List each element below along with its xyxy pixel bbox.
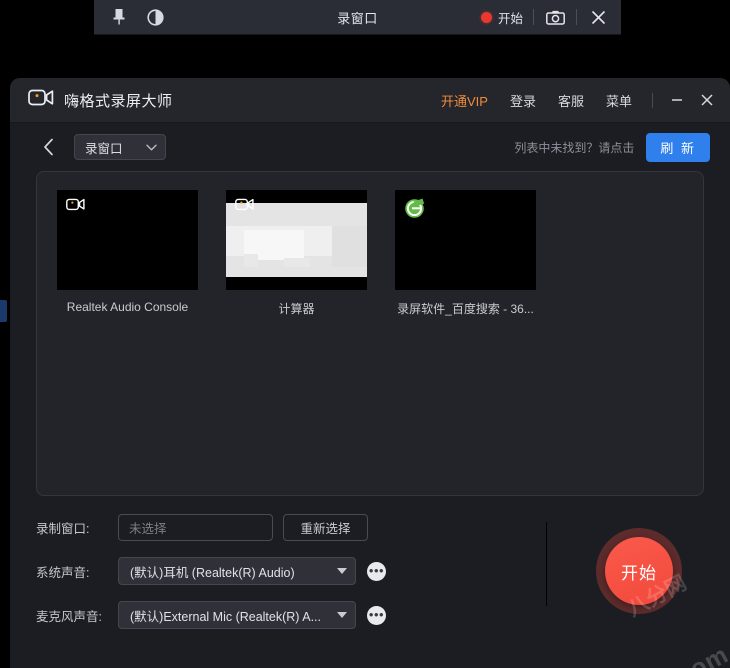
record-window-label: 录制窗口:: [36, 521, 90, 536]
microphone-sound-value: (默认)External Mic (Realtek(R) A...: [130, 609, 322, 624]
settings-area: 录制窗口: 未选择 重新选择 系统声音: (默认)耳机 (Realtek(R) …: [10, 508, 730, 634]
record-window-placeholder: 未选择: [129, 521, 167, 536]
window-thumbnail: [57, 190, 198, 290]
minimize-icon[interactable]: [662, 85, 692, 115]
window-list-panel: Realtek Audio Console 计算器 录屏软件_百度搜索 - 36…: [36, 171, 704, 496]
recorder-toolbar-left: [94, 6, 166, 28]
recorder-toolbar: 录窗口 开始: [94, 0, 621, 35]
microphone-sound-row: 麦克风声音: (默认)External Mic (Realtek(R) A...…: [36, 596, 704, 634]
reselect-button[interactable]: 重新选择: [283, 513, 368, 541]
settings-divider: [546, 522, 547, 606]
browser-e-icon: [404, 198, 425, 224]
window-card[interactable]: 计算器: [226, 190, 367, 317]
close-icon[interactable]: [692, 85, 722, 115]
refresh-button[interactable]: 刷 新: [646, 132, 710, 162]
chevron-down-icon: [337, 568, 347, 574]
app-titlebar: 嗨格式录屏大师 开通VIP 登录 客服 菜单: [10, 78, 730, 123]
record-window-row: 录制窗口: 未选择 重新选择: [36, 508, 704, 546]
video-camera-icon: [28, 88, 54, 112]
recorder-start-label: 开始: [497, 11, 523, 26]
chevron-down-icon: [146, 140, 157, 154]
start-recording-inner: 开始: [605, 537, 673, 605]
system-sound-select[interactable]: (默认)耳机 (Realtek(R) Audio): [118, 557, 356, 585]
app-brand: 嗨格式录屏大师: [28, 88, 173, 112]
support-link[interactable]: 客服: [547, 85, 595, 116]
not-found-hint: 列表中未找到？请点击: [514, 140, 635, 155]
video-camera-icon: [66, 198, 85, 216]
microphone-sound-label: 麦克风声音:: [36, 609, 102, 624]
record-window-input[interactable]: 未选择: [118, 513, 273, 541]
system-sound-value: (默认)耳机 (Realtek(R) Audio): [130, 565, 295, 580]
titlebar-divider: [652, 92, 653, 108]
contrast-icon[interactable]: [144, 6, 166, 28]
capture-mode-value: 录窗口: [85, 141, 123, 156]
system-sound-more-button[interactable]: •••: [367, 561, 386, 581]
close-icon[interactable]: [587, 6, 609, 28]
window-card[interactable]: Realtek Audio Console: [57, 190, 198, 317]
window-card-label: Realtek Audio Console: [66, 300, 189, 314]
pin-icon[interactable]: [108, 6, 130, 28]
recorder-toolbar-right: 开始: [480, 6, 621, 28]
start-recording-label: 开始: [621, 563, 657, 583]
chevron-left-icon[interactable]: [36, 134, 62, 160]
chevron-down-icon: [337, 612, 347, 618]
capture-mode-select[interactable]: 录窗口: [74, 134, 166, 160]
window-thumbnail: [226, 190, 367, 290]
toolbar-divider: [533, 9, 534, 25]
window-grid: Realtek Audio Console 计算器 录屏软件_百度搜索 - 36…: [57, 190, 683, 317]
login-link[interactable]: 登录: [499, 85, 547, 116]
system-sound-label: 系统声音:: [36, 565, 90, 580]
start-recording-button[interactable]: 开始: [596, 528, 682, 614]
titlebar-actions: 开通VIP 登录 客服 菜单: [430, 85, 730, 116]
window-card[interactable]: 录屏软件_百度搜索 - 36...: [395, 190, 536, 317]
app-title: 嗨格式录屏大师: [64, 92, 173, 110]
sub-toolbar-right: 列表中未找到？请点击 刷 新: [514, 132, 710, 162]
window-thumbnail: [395, 190, 536, 290]
microphone-sound-more-button[interactable]: •••: [367, 605, 386, 625]
window-card-label: 计算器: [278, 302, 315, 316]
sub-toolbar: 录窗口 列表中未找到？请点击 刷 新: [10, 123, 730, 171]
app-window: 嗨格式录屏大师 开通VIP 登录 客服 菜单 录窗口 列表中未找到？请点击 刷 …: [10, 78, 730, 668]
recorder-start-button[interactable]: 开始: [480, 8, 523, 27]
screen: 录窗口 开始 嗨格式录屏大师 开通VIP 登录 客服 菜单 录窗口 列表中未找到…: [0, 0, 730, 668]
background-window-edge: [0, 300, 7, 322]
open-vip-link[interactable]: 开通VIP: [430, 85, 499, 116]
menu-link[interactable]: 菜单: [595, 85, 643, 116]
window-card-label: 录屏软件_百度搜索 - 36...: [397, 302, 534, 316]
video-camera-icon: [235, 198, 254, 216]
camera-icon[interactable]: [544, 6, 566, 28]
record-dot-icon: [480, 11, 492, 23]
toolbar-divider-2: [576, 9, 577, 25]
microphone-sound-select[interactable]: (默认)External Mic (Realtek(R) A...: [118, 601, 356, 629]
